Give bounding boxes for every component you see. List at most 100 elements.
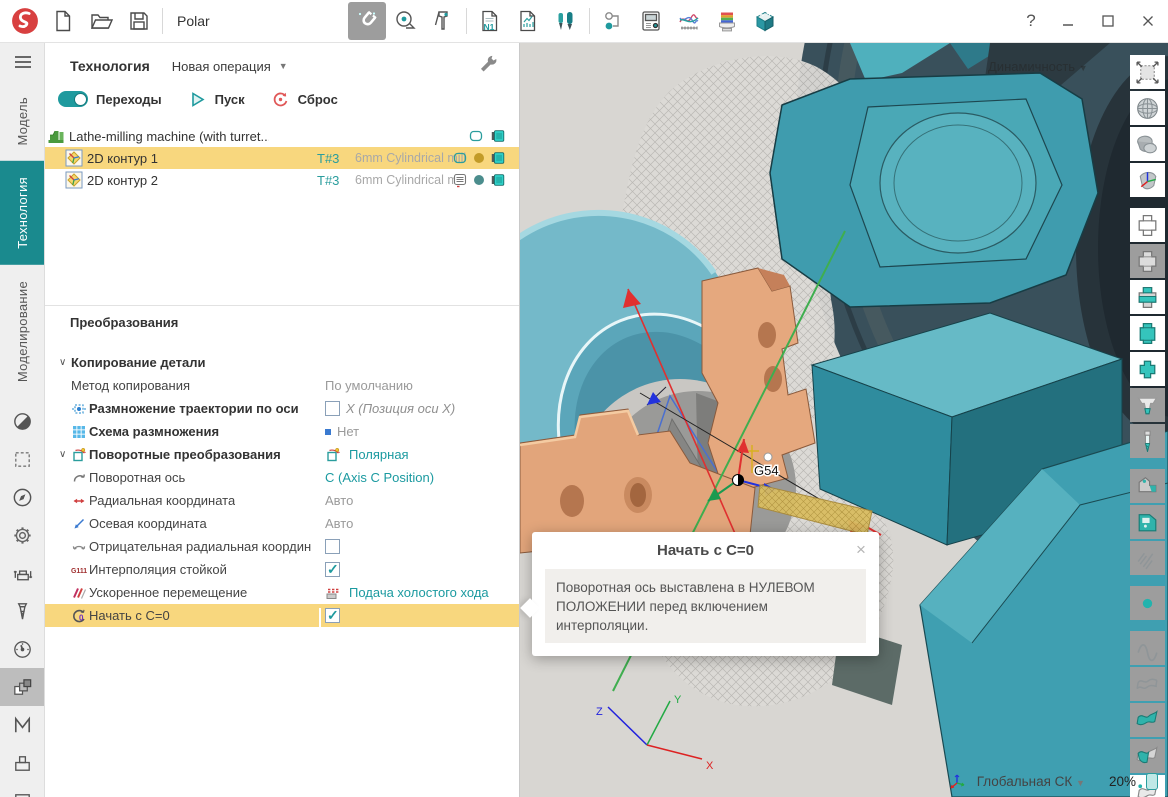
run-button[interactable]: Пуск — [188, 90, 245, 109]
open-file-button[interactable] — [82, 2, 120, 40]
param-row[interactable]: ∨Поворотные преобразованияПолярная — [45, 443, 519, 466]
fixture-cone-button[interactable] — [1130, 388, 1165, 422]
tool-drill-button[interactable] — [1130, 424, 1165, 458]
param-row[interactable]: Поворотная осьC (Axis C Position) — [45, 466, 519, 489]
point-marker-button[interactable] — [1130, 586, 1165, 620]
box-3d-button[interactable] — [746, 2, 784, 40]
machine-fixture-button[interactable] — [1130, 469, 1165, 503]
machine-body-button[interactable] — [1130, 505, 1165, 539]
tooltip-close-icon[interactable]: × — [853, 540, 869, 560]
workpiece-outline-button[interactable] — [1130, 208, 1165, 242]
param-checkbox[interactable] — [325, 539, 340, 554]
param-value-text[interactable]: По умолчанию — [325, 378, 413, 393]
sidebar-material-button[interactable] — [0, 706, 45, 744]
workpiece-teal-small-button[interactable] — [1130, 352, 1165, 386]
sidebar-gauge-button[interactable] — [0, 630, 45, 668]
part-simple-button[interactable] — [1130, 127, 1165, 161]
magnet-button[interactable] — [348, 2, 386, 40]
layers-button[interactable] — [708, 2, 746, 40]
param-value-text[interactable]: Полярная — [349, 447, 409, 462]
transitions-toggle[interactable]: Переходы — [45, 91, 162, 107]
monitor-icon[interactable] — [490, 128, 506, 144]
chevron-expand-icon[interactable]: ∨ — [59, 449, 71, 460]
tree-row[interactable]: 2D контур 1T#36mm Cylindrical mill — [45, 147, 519, 169]
param-value-text[interactable]: X (Позиция оси X) — [346, 401, 455, 416]
param-row[interactable]: G111Интерполяция стойкой — [45, 558, 519, 581]
curve-wave-button[interactable] — [1130, 631, 1165, 665]
flag-half-button[interactable] — [1130, 739, 1165, 773]
maximize-button[interactable] — [1088, 2, 1128, 40]
param-checkbox[interactable] — [325, 562, 340, 577]
zoom-level[interactable]: 20% — [1109, 774, 1136, 789]
tree-row[interactable]: Lathe-milling machine (with turret... — [45, 125, 519, 147]
param-row[interactable]: Отрицательная радиальная координ — [45, 535, 519, 558]
sidebar-transform-button[interactable] — [0, 668, 45, 706]
sidebar-part-button[interactable] — [0, 744, 45, 782]
nc-program-button[interactable]: N1 — [471, 2, 509, 40]
reset-button[interactable]: Сброс — [271, 90, 338, 109]
shaded-globe-button[interactable] — [1130, 91, 1165, 125]
help-button[interactable]: ? — [1014, 11, 1048, 31]
flag-filled-button[interactable] — [1130, 703, 1165, 737]
param-value-text[interactable]: C (Axis C Position) — [325, 470, 434, 485]
sidebar-drill-button[interactable] — [0, 592, 45, 630]
param-value-text[interactable]: Авто — [325, 493, 353, 508]
report-button[interactable] — [509, 2, 547, 40]
docs-icon[interactable] — [452, 172, 468, 188]
wrench-icon[interactable] — [477, 53, 499, 75]
sidebar-contrast-button[interactable] — [0, 402, 45, 440]
new-operation-dropdown[interactable]: Новая операция▼ — [172, 59, 288, 74]
chevron-expand-icon[interactable]: ∨ — [59, 357, 71, 368]
part-axes-button[interactable] — [1130, 163, 1165, 197]
measure-tape-button[interactable] — [386, 2, 424, 40]
workpiece-half-teal-button[interactable] — [1130, 280, 1165, 314]
new-file-button[interactable] — [44, 2, 82, 40]
machine-node-button[interactable] — [594, 2, 632, 40]
menu-icon[interactable] — [0, 43, 45, 81]
param-row[interactable]: Размножение траектории по осиX (Позиция … — [45, 397, 519, 420]
param-row[interactable]: Радиальная координатаАвто — [45, 489, 519, 512]
param-checkbox[interactable] — [325, 608, 340, 623]
sidebar-tab-1[interactable]: Модель — [0, 81, 45, 161]
sidebar-compass-button[interactable] — [0, 478, 45, 516]
param-value-text[interactable]: Подача холостого хода — [349, 585, 489, 600]
param-row[interactable]: Метод копированияПо умолчанию — [45, 374, 519, 397]
toolpath-hatch-button[interactable] — [1130, 541, 1165, 575]
shape-icon[interactable] — [452, 150, 468, 166]
section-title: Преобразования — [70, 315, 178, 330]
close-button[interactable] — [1128, 2, 1168, 40]
dynamics-overlay-dropdown[interactable]: Динамичность ▼ — [988, 59, 1088, 74]
param-row[interactable]: 0Начать с C=0 — [45, 604, 519, 627]
param-label: Отрицательная радиальная координ — [89, 539, 311, 554]
shape-icon[interactable] — [468, 128, 484, 144]
tools-button[interactable] — [547, 2, 585, 40]
save-file-button[interactable] — [120, 2, 158, 40]
monitor-icon[interactable] — [490, 150, 506, 166]
param-row[interactable]: Осевая координатаАвто — [45, 512, 519, 535]
param-row[interactable]: Ускоренное перемещениеПодача холостого х… — [45, 581, 519, 604]
param-row[interactable]: Схема размноженияНет — [45, 420, 519, 443]
param-row[interactable]: ∨Копирование детали — [45, 351, 519, 374]
3d-viewport[interactable]: G54 Z Y X Динамичность ▼ Глобальная СК ▼ — [520, 43, 1168, 797]
param-value-text[interactable]: Авто — [325, 516, 353, 531]
csys-dropdown[interactable]: Глобальная СК ▼ — [977, 774, 1085, 789]
param-checkbox[interactable] — [325, 401, 340, 416]
control-panel-button[interactable] — [632, 2, 670, 40]
graphs-button[interactable] — [670, 2, 708, 40]
sidebar-settings-button[interactable] — [0, 516, 45, 554]
sidebar-tab-2[interactable]: Технология — [0, 161, 45, 265]
sidebar-square-button[interactable] — [0, 782, 45, 797]
tree-row[interactable]: 2D контур 2T#36mm Cylindrical mill — [45, 169, 519, 191]
param-value-text[interactable]: Нет — [337, 424, 359, 439]
workpiece-gray-button[interactable] — [1130, 244, 1165, 278]
monitor-icon[interactable] — [490, 172, 506, 188]
surface-waves-button[interactable] — [1130, 667, 1165, 701]
sidebar-tab-3[interactable]: Моделирование — [0, 265, 45, 398]
sidebar-stock-button[interactable] — [0, 554, 45, 592]
fit-view-button[interactable] — [1130, 55, 1165, 89]
3d-scene: G54 Z Y X — [520, 43, 1168, 797]
sidebar-selection-button[interactable] — [0, 440, 45, 478]
caliper-button[interactable] — [424, 2, 462, 40]
minimize-button[interactable] — [1048, 2, 1088, 40]
workpiece-teal-button[interactable] — [1130, 316, 1165, 350]
